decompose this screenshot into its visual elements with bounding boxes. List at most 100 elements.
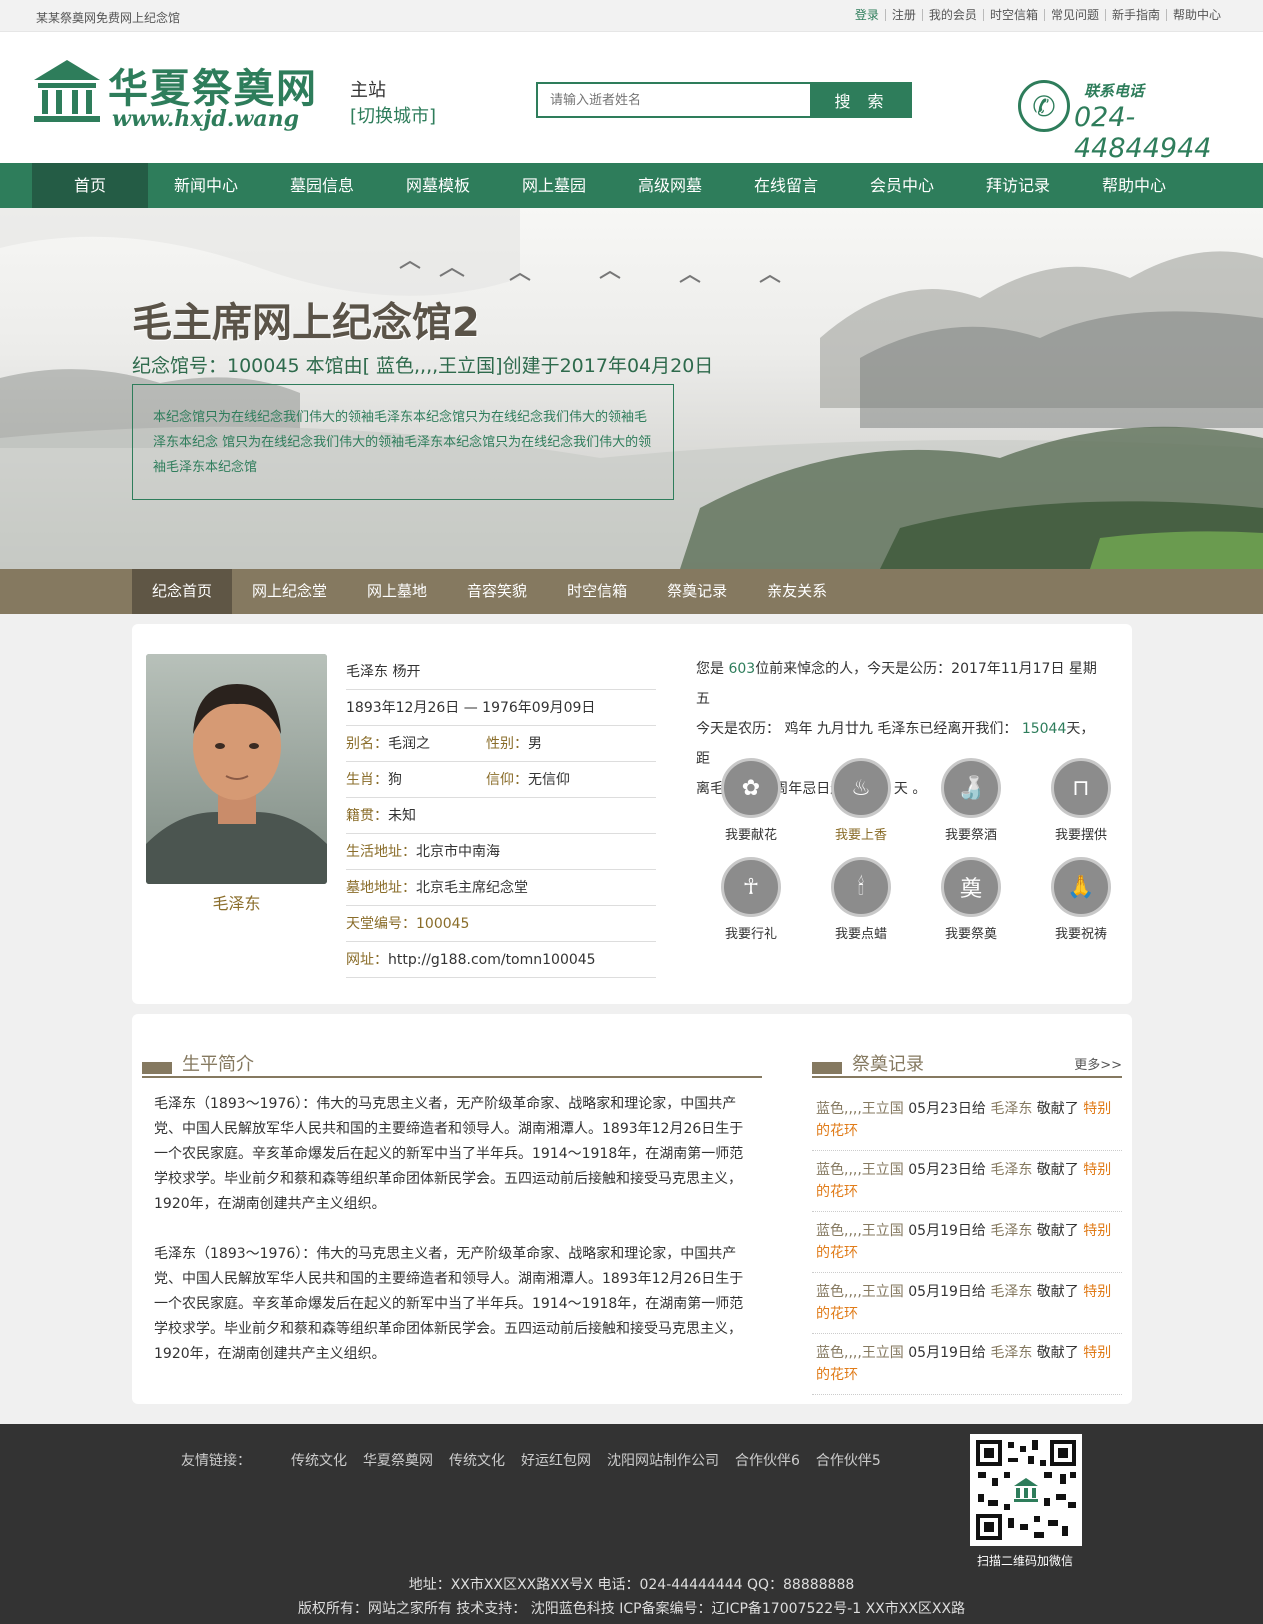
tomb-key: 墓地地址：	[346, 880, 416, 896]
friend-link[interactable]: 传统文化	[449, 1450, 505, 1470]
mailbox-link[interactable]: 时空信箱	[982, 9, 1044, 21]
record-user: 蓝色,,,,王立国	[816, 1345, 904, 1361]
stats-text: 今天是农历： 鸡年 九月廿九 毛泽东已经离开我们：	[696, 721, 1022, 737]
record-date: 05月23日给	[903, 1162, 991, 1178]
deceased-search-input[interactable]	[536, 82, 812, 118]
records-title: 祭奠记录	[852, 1054, 924, 1075]
record-verb: 敬献了	[1032, 1223, 1084, 1239]
nav-visits[interactable]: 拜访记录	[960, 163, 1076, 208]
nav-messages[interactable]: 在线留言	[728, 163, 844, 208]
record-verb: 敬献了	[1032, 1345, 1084, 1361]
record-verb: 敬献了	[1032, 1101, 1084, 1117]
record-name: 毛泽东	[990, 1162, 1033, 1178]
record-user: 蓝色,,,,王立国	[816, 1223, 904, 1239]
switch-city-link[interactable]: [切换城市]	[350, 104, 436, 130]
info-hall-row: 天堂编号： 100045	[346, 906, 656, 942]
top-bar: 某某祭奠网免费网上纪念馆 登录 注册 我的会员 时空信箱 常见问题 新手指南 帮…	[0, 0, 1263, 32]
bow-button[interactable]: ☥ 我要行礼	[696, 857, 806, 942]
friend-link[interactable]: 传统文化	[291, 1450, 347, 1470]
memorial-button[interactable]: 奠我要祭奠	[916, 857, 1026, 942]
light-candle-button[interactable]: 🕯 我要点蜡	[806, 857, 916, 942]
search-bar: 搜 索	[536, 82, 912, 118]
record-date: 05月23日给	[903, 1101, 991, 1117]
friend-link[interactable]: 合作伙伴5	[816, 1450, 881, 1470]
biography-title: 生平简介	[182, 1054, 254, 1075]
subnav-hall[interactable]: 网上纪念堂	[232, 569, 347, 614]
list-item[interactable]: 蓝色,,,,王立国 05月19日给 毛泽东 敬献了 特别的花环	[812, 1212, 1122, 1273]
site-name: 某某祭奠网免费网上纪念馆	[36, 11, 181, 25]
info-url-row: 网址： http://g188.com/tomn100045	[346, 942, 656, 978]
nav-premium[interactable]: 高级网墓	[612, 163, 728, 208]
site-logo[interactable]: 华夏祭奠网 www.hxjd.wang	[32, 56, 322, 136]
records-list: 蓝色,,,,王立国 05月23日给 毛泽东 敬献了 特别的花环 蓝色,,,,王立…	[812, 1090, 1122, 1395]
record-user: 蓝色,,,,王立国	[816, 1162, 904, 1178]
action-label: 我要行礼	[724, 927, 777, 942]
portrait-photo[interactable]	[146, 654, 327, 884]
record-user: 蓝色,,,,王立国	[816, 1101, 904, 1117]
days-count: 15044	[1021, 721, 1067, 737]
subnav-tomb[interactable]: 网上墓地	[347, 569, 447, 614]
info-names-row: 毛泽东 杨开	[346, 654, 656, 690]
help-link[interactable]: 帮助中心	[1165, 9, 1227, 21]
subnav-home[interactable]: 纪念首页	[132, 569, 233, 614]
subnav-mailbox[interactable]: 时空信箱	[547, 569, 647, 614]
my-member-link[interactable]: 我的会员	[921, 9, 983, 21]
offer-wine-button[interactable]: 🍶 我要祭酒	[916, 758, 1026, 843]
list-item[interactable]: 蓝色,,,,王立国 05月23日给 毛泽东 敬献了 特别的花环	[812, 1151, 1122, 1212]
nav-online-cemetery[interactable]: 网上墓园	[496, 163, 612, 208]
biography-heading: 生平简介	[142, 1048, 762, 1078]
nav-member[interactable]: 会员中心	[844, 163, 960, 208]
subnav-photos[interactable]: 音容笑貌	[447, 569, 547, 614]
subnav-relations[interactable]: 亲友关系	[747, 569, 847, 614]
action-label: 我要祭奠	[944, 927, 997, 942]
list-item[interactable]: 蓝色,,,,王立国 05月23日给 毛泽东 敬献了 特别的花环	[812, 1090, 1122, 1151]
login-link[interactable]: 登录	[849, 9, 885, 21]
biography-text: 毛泽东（1893～1976）：伟大的马克思主义者，无产阶级革命家、战略家和理论家…	[154, 1092, 744, 1392]
origin-key: 籍贯：	[346, 808, 388, 824]
friend-link[interactable]: 华夏祭奠网	[363, 1450, 433, 1470]
record-date: 05月19日给	[903, 1284, 991, 1300]
offer-incense-button[interactable]: ♨ 我要上香	[806, 758, 916, 843]
biography-card: 生平简介 毛泽东（1893～1976）：伟大的马克思主义者，无产阶级革命家、战略…	[132, 1014, 1132, 1404]
nav-news[interactable]: 新闻中心	[148, 163, 264, 208]
memorial-icon: 奠	[941, 857, 1001, 917]
flower-icon: ✿	[721, 758, 781, 818]
nav-cemetery-info[interactable]: 墓园信息	[264, 163, 380, 208]
action-label: 我要摆供	[1054, 828, 1107, 843]
action-label: 我要献花	[724, 828, 777, 843]
nav-help[interactable]: 帮助中心	[1076, 163, 1192, 208]
nav-home[interactable]: 首页	[32, 163, 148, 208]
offer-table-button[interactable]: ⊓ 我要摆供	[1026, 758, 1136, 843]
url-key: 网址：	[346, 952, 388, 968]
gender-key: 性别：	[486, 736, 528, 752]
list-item[interactable]: 蓝色,,,,王立国 05月19日给 毛泽东 敬献了 特别的花环	[812, 1273, 1122, 1334]
record-user: 蓝色,,,,王立国	[816, 1284, 904, 1300]
origin-value: 未知	[388, 808, 416, 824]
nav-templates[interactable]: 网墓模板	[380, 163, 496, 208]
profile-info: 毛泽东 杨开 1893年12月26日 — 1976年09月09日 别名：毛润之 …	[346, 654, 656, 978]
belief-value: 无信仰	[528, 772, 570, 788]
pray-icon: 🙏	[1051, 857, 1111, 917]
info-alias-gender-row: 别名：毛润之 性别：男	[346, 726, 656, 762]
subnav-records[interactable]: 祭奠记录	[647, 569, 747, 614]
footer: 友情链接： 传统文化 华夏祭奠网 传统文化 好运红包网 沈阳网站制作公司 合作伙…	[0, 1424, 1263, 1624]
url-value[interactable]: http://g188.com/tomn100045	[388, 942, 596, 977]
offer-flower-button[interactable]: ✿ 我要献花	[696, 758, 806, 843]
city-selector: 主站 [切换城市]	[350, 78, 436, 130]
list-item[interactable]: 蓝色,,,,王立国 05月19日给 毛泽东 敬献了 特别的花环	[812, 1334, 1122, 1395]
friend-link[interactable]: 好运红包网	[521, 1450, 591, 1470]
guide-link[interactable]: 新手指南	[1104, 9, 1166, 21]
top-links: 登录 注册 我的会员 时空信箱 常见问题 新手指南 帮助中心	[849, 9, 1227, 21]
logo-text-en: www.hxjd.wang	[112, 106, 299, 132]
info-tomb-row: 墓地地址： 北京毛主席纪念堂	[346, 870, 656, 906]
register-link[interactable]: 注册	[884, 9, 922, 21]
faq-link[interactable]: 常见问题	[1043, 9, 1105, 21]
friend-link[interactable]: 沈阳网站制作公司	[607, 1450, 719, 1470]
friend-link[interactable]: 合作伙伴6	[735, 1450, 800, 1470]
records-heading: 祭奠记录 更多>>	[812, 1048, 1122, 1078]
search-button[interactable]: 搜 索	[812, 82, 912, 118]
qr-caption: 扫描二维码加微信	[976, 1554, 1073, 1568]
pray-button[interactable]: 🙏 我要祝祷	[1026, 857, 1136, 942]
address-value: 北京市中南海	[416, 844, 500, 860]
more-records-link[interactable]: 更多>>	[1074, 1054, 1122, 1073]
